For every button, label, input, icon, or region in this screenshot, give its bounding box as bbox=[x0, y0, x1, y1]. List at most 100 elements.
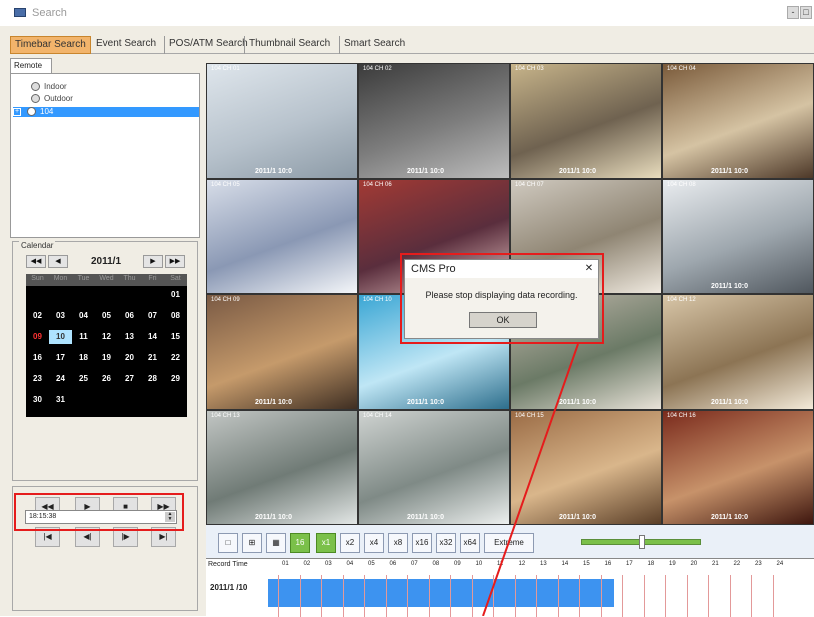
group-icon bbox=[31, 94, 40, 104]
calendar-day[interactable]: 02 bbox=[26, 309, 49, 323]
dialog-highlight-box bbox=[400, 253, 604, 344]
calendar-day[interactable]: 26 bbox=[95, 372, 118, 386]
tab-thumbnail-search[interactable]: Thumbnail Search bbox=[244, 36, 334, 54]
tab-event-search[interactable]: Event Search bbox=[92, 36, 160, 54]
speed-button[interactable]: x16 bbox=[412, 533, 432, 553]
hour-tick bbox=[536, 575, 537, 617]
calendar-day[interactable]: 28 bbox=[141, 372, 164, 386]
calendar-day[interactable]: 29 bbox=[164, 372, 187, 386]
calendar-day[interactable]: 31 bbox=[49, 393, 72, 407]
calendar-day[interactable]: 22 bbox=[164, 351, 187, 365]
calendar-day[interactable]: 12 bbox=[95, 330, 118, 344]
tree-item-indoor[interactable]: Indoor bbox=[31, 82, 67, 92]
speed-button[interactable]: x8 bbox=[388, 533, 408, 553]
hour-tick bbox=[514, 575, 516, 617]
calendar-day[interactable]: 06 bbox=[118, 309, 141, 323]
camera-cell[interactable]: 104 CH 03 2011/1 10:0 bbox=[510, 63, 662, 179]
hour-tick bbox=[407, 575, 408, 617]
tree-item-104[interactable]: +104 bbox=[13, 107, 199, 117]
camera-cell[interactable]: 104 CH 16 2011/1 10:0 bbox=[662, 409, 814, 525]
weekday-label: Sat bbox=[170, 275, 181, 282]
prev-year-button[interactable]: ◀◀ bbox=[26, 255, 46, 268]
camera-cell[interactable]: 104 CH 01 2011/1 10:0 bbox=[206, 63, 358, 179]
calendar-day[interactable]: 13 bbox=[118, 330, 141, 344]
layout-1-button[interactable]: □ bbox=[218, 533, 238, 553]
calendar-day[interactable]: 23 bbox=[26, 372, 49, 386]
speed-slider[interactable] bbox=[581, 535, 701, 549]
speed-button[interactable]: x2 bbox=[340, 533, 360, 553]
calendar-day[interactable]: 03 bbox=[49, 309, 72, 323]
minimize-button[interactable]: - bbox=[787, 6, 799, 19]
record-bar[interactable] bbox=[268, 579, 614, 607]
camera-cell[interactable]: 104 CH 04 2011/1 10:0 bbox=[662, 63, 814, 179]
camera-label: 104 CH 03 bbox=[515, 66, 544, 72]
tab-smart-search[interactable]: Smart Search bbox=[339, 36, 409, 54]
calendar-day[interactable]: 07 bbox=[141, 309, 164, 323]
calendar-day[interactable]: 20 bbox=[118, 351, 141, 365]
speed-button[interactable]: x32 bbox=[436, 533, 456, 553]
calendar-day[interactable]: 05 bbox=[95, 309, 118, 323]
speed-button[interactable]: x1 bbox=[316, 533, 336, 553]
tree-item-outdoor[interactable]: Outdoor bbox=[31, 94, 73, 104]
camera-label: 104 CH 01 bbox=[211, 66, 240, 72]
hour-label: 12 bbox=[518, 561, 526, 567]
camera-cell[interactable]: 104 CH 05 bbox=[206, 178, 358, 294]
tab-pos-atm-search[interactable]: POS/ATM Search bbox=[164, 36, 252, 54]
calendar-day[interactable]: 10 bbox=[49, 330, 72, 344]
speed-button[interactable]: Extreme bbox=[484, 533, 534, 553]
slider-thumb[interactable] bbox=[639, 535, 645, 549]
speed-button[interactable]: x64 bbox=[460, 533, 480, 553]
calendar-day[interactable]: 27 bbox=[118, 372, 141, 386]
tab-timebar-search[interactable]: Timebar Search bbox=[10, 36, 91, 54]
calendar-day[interactable]: 17 bbox=[49, 351, 72, 365]
calendar-day[interactable]: 21 bbox=[141, 351, 164, 365]
search-window: Search - □ Timebar Search Event Search P… bbox=[0, 0, 814, 617]
calendar-day[interactable]: 04 bbox=[72, 309, 95, 323]
camera-timestamp: 2011/1 10:0 bbox=[407, 167, 444, 175]
weekday-label: Fri bbox=[148, 275, 157, 282]
calendar-day[interactable]: 11 bbox=[72, 330, 95, 344]
calendar-day[interactable]: 14 bbox=[141, 330, 164, 344]
hour-label: 20 bbox=[690, 561, 698, 567]
calendar-day[interactable]: 15 bbox=[164, 330, 187, 344]
hour-label: 21 bbox=[712, 561, 719, 567]
layout-16-button[interactable]: 16 bbox=[290, 533, 310, 553]
hour-tick bbox=[321, 575, 322, 617]
expand-icon[interactable]: + bbox=[13, 107, 21, 116]
weekday-label: Tue bbox=[77, 275, 90, 282]
prev-month-button[interactable]: ◀ bbox=[48, 255, 68, 268]
camera-cell[interactable]: 104 CH 12 2011/1 10:0 bbox=[662, 294, 814, 410]
layout-4-button[interactable]: ⊞ bbox=[242, 533, 262, 553]
hour-tick bbox=[557, 575, 559, 617]
camera-timestamp: 2011/1 10:0 bbox=[711, 398, 748, 406]
speed-button[interactable]: x4 bbox=[364, 533, 384, 553]
window-title: Search bbox=[32, 7, 67, 19]
camera-cell[interactable]: 104 CH 02 2011/1 10:0 bbox=[358, 63, 510, 179]
calendar-day[interactable]: 19 bbox=[95, 351, 118, 365]
layout-9-button[interactable]: ▦ bbox=[266, 533, 286, 553]
camera-timestamp: 2011/1 10:0 bbox=[711, 514, 748, 521]
camera-cell[interactable]: 104 CH 15 2011/1 10:0 bbox=[510, 409, 662, 525]
next-month-button[interactable]: ▶ bbox=[143, 255, 163, 268]
camera-cell[interactable]: 104 CH 13 2011/1 10:0 bbox=[206, 409, 358, 525]
hour-label: 08 bbox=[432, 561, 440, 567]
calendar-day[interactable]: 30 bbox=[26, 393, 49, 407]
camera-cell[interactable]: 104 CH 14 2011/1 10:0 bbox=[358, 409, 510, 525]
calendar-day[interactable]: 18 bbox=[72, 351, 95, 365]
hour-label: 13 bbox=[540, 561, 547, 567]
calendar-day[interactable]: 09 bbox=[26, 330, 49, 344]
hour-tick bbox=[278, 575, 279, 617]
camera-timestamp: 2011/1 10:0 bbox=[711, 283, 748, 290]
camera-cell[interactable]: 104 CH 08 2011/1 10:0 bbox=[662, 178, 814, 294]
tab-remote[interactable]: Remote bbox=[10, 58, 52, 73]
calendar-day[interactable]: 08 bbox=[164, 309, 187, 323]
camera-label: 104 CH 07 bbox=[515, 181, 544, 188]
calendar-day[interactable]: 16 bbox=[26, 351, 49, 365]
calendar-day[interactable]: 01 bbox=[164, 288, 187, 302]
maximize-button[interactable]: □ bbox=[800, 6, 812, 19]
hour-tick bbox=[579, 575, 580, 617]
next-year-button[interactable]: ▶▶ bbox=[165, 255, 185, 268]
calendar-day[interactable]: 24 bbox=[49, 372, 72, 386]
camera-cell[interactable]: 104 CH 09 2011/1 10:0 bbox=[206, 294, 358, 410]
calendar-day[interactable]: 25 bbox=[72, 372, 95, 386]
